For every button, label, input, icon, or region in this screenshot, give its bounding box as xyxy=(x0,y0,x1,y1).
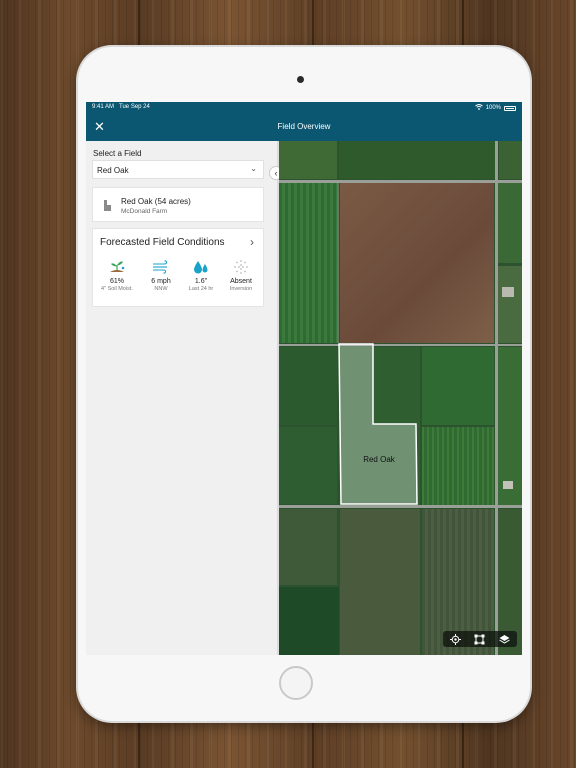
metric-soil-moisture: 61% 4" Soil Moist. xyxy=(97,259,137,292)
rain-drops-icon xyxy=(194,261,208,274)
chevron-down-icon: ⌄ xyxy=(250,164,257,173)
soil-moisture-icon xyxy=(110,261,125,272)
battery-percent: 100% xyxy=(485,105,501,111)
page-title: Field Overview xyxy=(277,122,331,131)
field-boundary[interactable] xyxy=(279,141,522,655)
metric-value: 61% xyxy=(109,278,124,285)
wind-icon xyxy=(153,260,168,274)
chevron-right-icon[interactable]: › xyxy=(250,235,254,249)
field-shape-icon xyxy=(104,200,111,211)
field-select-value: Red Oak xyxy=(97,166,129,175)
metric-value: 6 mph xyxy=(151,278,171,285)
fit-bounds-icon[interactable] xyxy=(474,633,486,645)
forecast-card[interactable]: Forecasted Field Conditions › 61% 4" Soi… xyxy=(92,228,264,307)
battery-icon xyxy=(504,105,516,111)
forecast-title: Forecasted Field Conditions xyxy=(100,237,225,248)
field-card-name: Red Oak (54 acres) xyxy=(121,197,191,206)
inversion-icon xyxy=(234,260,248,274)
layers-icon[interactable] xyxy=(499,633,511,645)
metric-value: Absent xyxy=(230,278,252,285)
side-panel: Select a Field Red Oak ⌄ Red Oak (54 acr… xyxy=(86,141,277,655)
field-card[interactable]: Red Oak (54 acres) McDonald Farm xyxy=(92,187,264,222)
app-screen: 9:41 AM Tue Sep 24 100% ✕ Field Overview… xyxy=(86,102,522,655)
metric-rain: 1.6" Last 24 hr xyxy=(181,259,221,292)
camera xyxy=(297,76,304,83)
metric-label: NNW xyxy=(154,286,168,292)
field-select[interactable]: Red Oak ⌄ xyxy=(92,160,264,179)
metric-inversion: Absent Inversion xyxy=(221,259,261,292)
wifi-icon xyxy=(474,104,483,112)
satellite-map[interactable]: Red Oak xyxy=(279,141,522,655)
home-button[interactable] xyxy=(279,666,313,700)
metric-label: Last 24 hr xyxy=(188,286,214,292)
metric-value: 1.6" xyxy=(194,278,208,285)
metric-wind: 6 mph NNW xyxy=(141,259,181,292)
locate-icon[interactable] xyxy=(449,633,461,645)
field-map-label: Red Oak xyxy=(363,455,395,464)
nav-bar: ✕ Field Overview xyxy=(86,114,522,141)
field-select-label: Select a Field xyxy=(93,149,142,158)
field-card-farm: McDonald Farm xyxy=(121,208,168,215)
status-bar: 9:41 AM Tue Sep 24 100% xyxy=(86,102,522,114)
status-time: 9:41 AM Tue Sep 24 xyxy=(92,104,150,110)
metric-label: 4" Soil Moist. xyxy=(101,286,133,292)
map-toolbar xyxy=(443,631,517,647)
metric-label: Inversion xyxy=(229,286,253,292)
